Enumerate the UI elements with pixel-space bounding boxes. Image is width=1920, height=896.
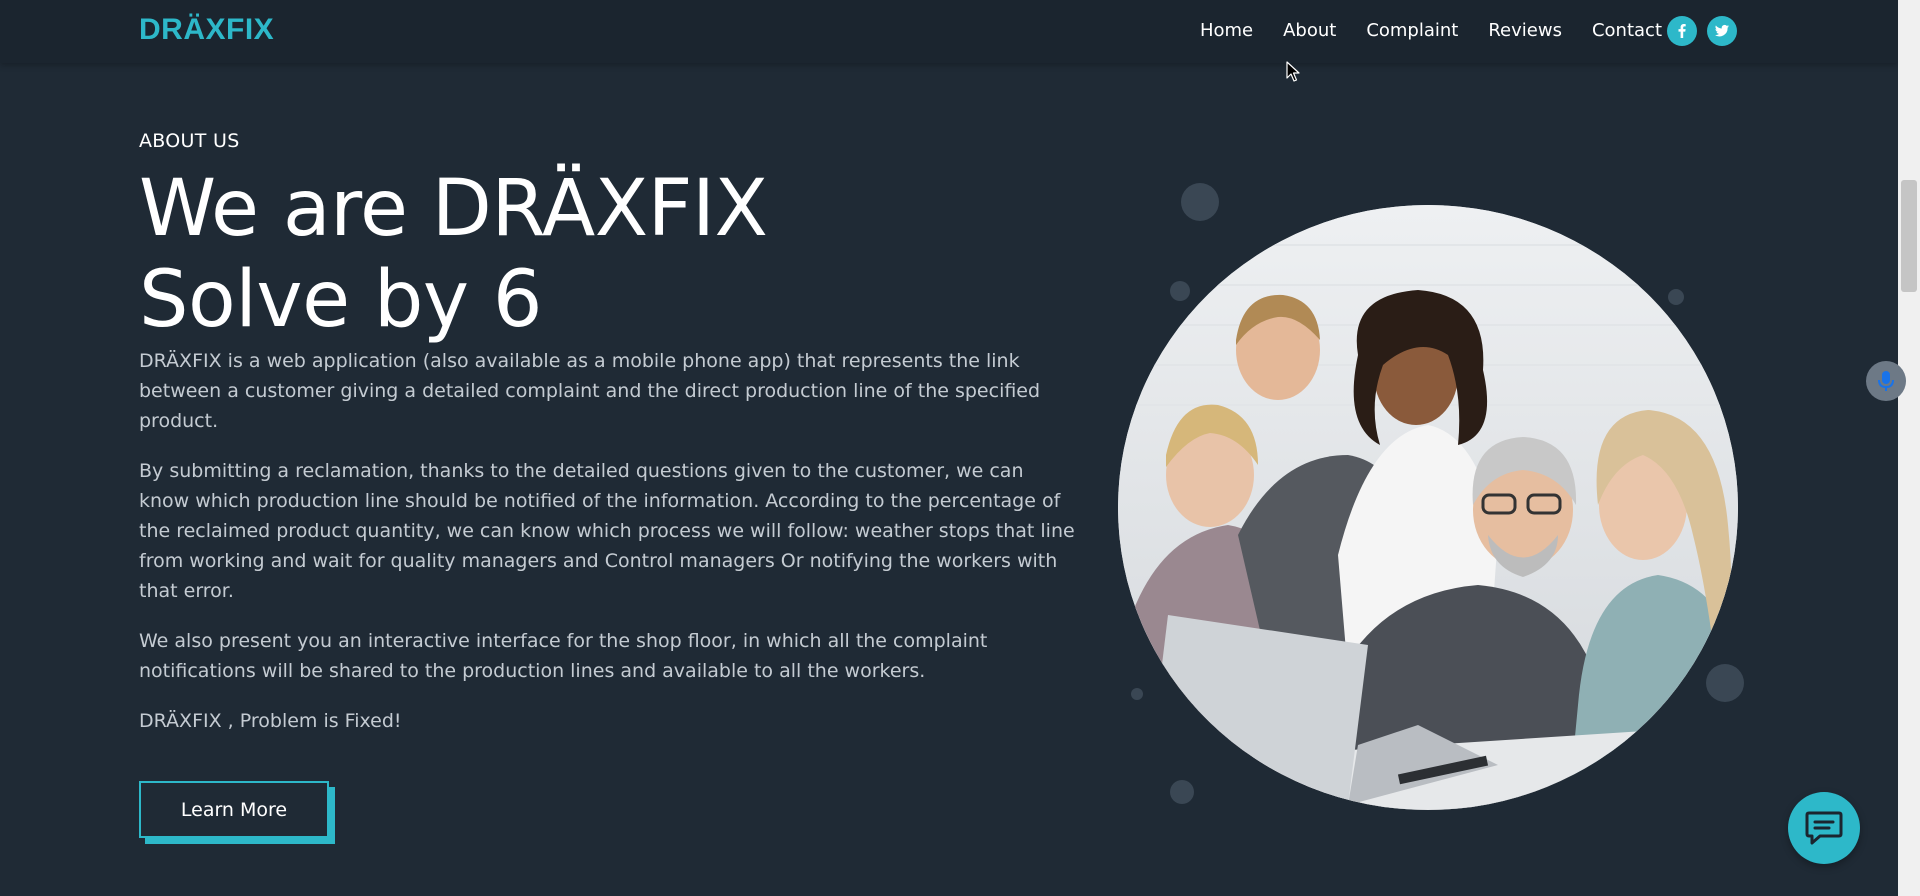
decor-bubble [1668,289,1684,305]
learn-more-button[interactable]: Learn More [139,781,329,838]
microphone-icon[interactable] [1866,361,1906,401]
mouse-cursor-icon [1286,61,1300,87]
about-paragraph-3: We also present you an interactive inter… [139,630,988,682]
site-header: DRÄXFIX Home About Complaint Reviews Con… [0,0,1898,63]
chat-bubble-icon[interactable] [1788,792,1860,864]
team-illustration [1118,205,1738,810]
nav-home[interactable]: Home [1200,20,1253,41]
twitter-icon[interactable] [1707,16,1737,46]
social-links [1667,16,1737,46]
page: DRÄXFIX Home About Complaint Reviews Con… [0,0,1920,896]
decor-bubble [1181,183,1219,221]
nav-complaint[interactable]: Complaint [1366,20,1458,41]
page-title: We are DRÄXFIX Solve by 6 [139,164,1079,346]
decor-bubble [1706,664,1744,702]
nav-reviews[interactable]: Reviews [1488,20,1562,41]
team-photo [1118,205,1738,810]
main-nav: Home About Complaint Reviews Contact [1200,20,1662,41]
headline-line-1: We are DRÄXFIX [139,164,768,254]
about-paragraph-4: DRÄXFIX , Problem is Fixed! [139,710,402,732]
section-eyebrow: ABOUT US [139,130,240,152]
brand-logo[interactable]: DRÄXFIX [139,13,274,47]
headline-line-2: Solve by 6 [139,255,542,345]
about-paragraph-2: By submitting a reclamation, thanks to t… [139,460,1075,602]
facebook-icon[interactable] [1667,16,1697,46]
decor-bubble [1170,780,1194,804]
scrollbar-thumb[interactable] [1901,180,1917,292]
learn-more-wrapper: Learn More [139,781,335,844]
decor-bubble [1170,281,1190,301]
nav-contact[interactable]: Contact [1592,20,1662,41]
scrollbar-track[interactable] [1898,0,1920,896]
about-paragraph-1: DRÄXFIX is a web application (also avail… [139,350,1041,432]
nav-about[interactable]: About [1283,20,1336,41]
decor-bubble [1131,688,1143,700]
about-section: ABOUT US We are DRÄXFIX Solve by 6 DRÄXF… [139,130,1079,756]
